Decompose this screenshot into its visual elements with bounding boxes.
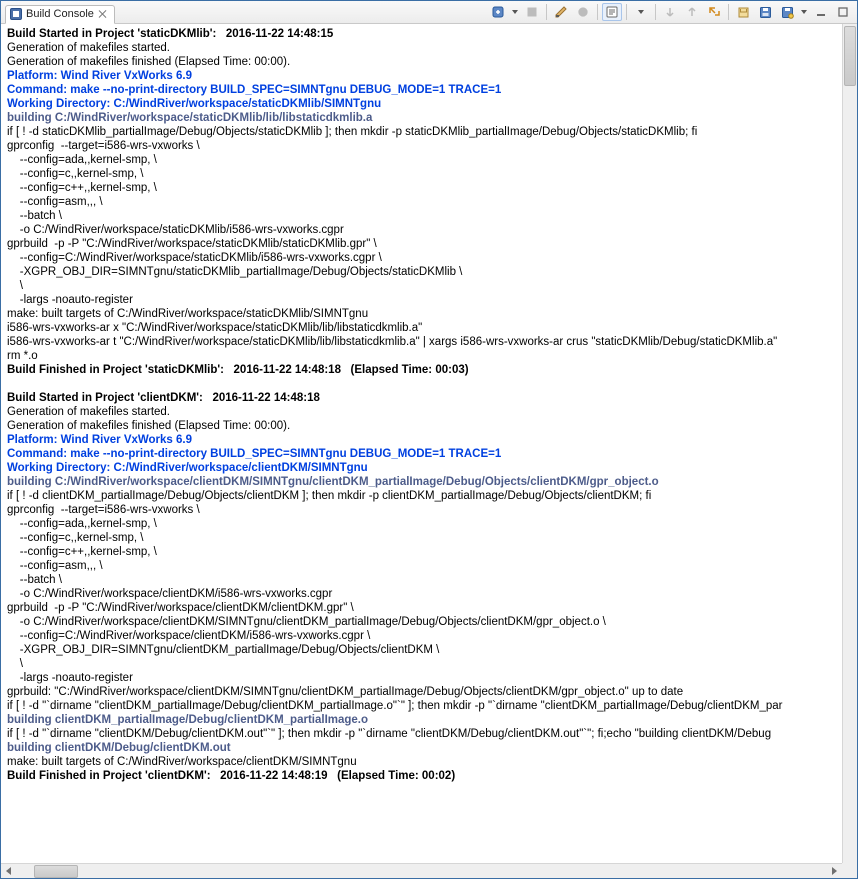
maximize-button[interactable] — [833, 3, 853, 21]
log-line: --config=c,,kernel-smp, \ — [7, 167, 839, 181]
log-line: Platform: Wind River VxWorks 6.9 — [7, 69, 839, 83]
log-line: --batch \ — [7, 573, 839, 587]
view-toolbar: Build Console — [1, 1, 857, 24]
log-line: Build Finished in Project 'clientDKM': 2… — [7, 769, 839, 783]
log-line: Generation of makefiles finished (Elapse… — [7, 55, 839, 69]
log-line: building clientDKM_partialImage/Debug/cl… — [7, 713, 839, 727]
log-line: gprbuild: "C:/WindRiver/workspace/client… — [7, 685, 839, 699]
log-line: gprbuild -p -P "C:/WindRiver/workspace/s… — [7, 237, 839, 251]
log-line: Command: make --no-print-directory BUILD… — [7, 447, 839, 461]
log-line: building C:/WindRiver/workspace/clientDK… — [7, 475, 839, 489]
log-line: --config=c++,,kernel-smp, \ — [7, 181, 839, 195]
log-line: -o C:/WindRiver/workspace/clientDKM/i586… — [7, 587, 839, 601]
log-line: Generation of makefiles finished (Elapse… — [7, 419, 839, 433]
separator-icon — [728, 4, 729, 20]
log-line: gprbuild -p -P "C:/WindRiver/workspace/c… — [7, 601, 839, 615]
remove-all-button[interactable] — [522, 3, 542, 21]
log-line: Working Directory: C:/WindRiver/workspac… — [7, 461, 839, 475]
log-line: Working Directory: C:/WindRiver/workspac… — [7, 97, 839, 111]
tab-build-console[interactable]: Build Console — [5, 5, 115, 24]
close-icon[interactable] — [98, 9, 108, 19]
log-line: -o C:/WindRiver/workspace/staticDKMlib/i… — [7, 223, 839, 237]
log-line: if [ ! -d "`dirname "clientDKM/Debug/cli… — [7, 727, 839, 741]
log-line: Build Finished in Project 'staticDKMlib'… — [7, 363, 839, 377]
log-line: if [ ! -d "`dirname "clientDKM_partialIm… — [7, 699, 839, 713]
log-line: --config=ada,,kernel-smp, \ — [7, 517, 839, 531]
separator-icon — [655, 4, 656, 20]
separator-icon — [597, 4, 598, 20]
console-area: Build Started in Project 'staticDKMlib':… — [1, 24, 857, 878]
log-line: Build Started in Project 'staticDKMlib':… — [7, 27, 839, 41]
scrollbar-corner — [842, 863, 857, 878]
view-menu[interactable] — [799, 3, 809, 21]
log-line — [7, 783, 839, 797]
log-line: Generation of makefiles started. — [7, 405, 839, 419]
log-line: make: built targets of C:/WindRiver/work… — [7, 755, 839, 769]
log-line: -largs -noauto-register — [7, 671, 839, 685]
log-line: if [ ! -d staticDKMlib_partialImage/Debu… — [7, 125, 839, 139]
settings-button[interactable] — [573, 3, 593, 21]
log-line: --config=c++,,kernel-smp, \ — [7, 545, 839, 559]
console-output[interactable]: Build Started in Project 'staticDKMlib':… — [1, 24, 842, 863]
log-line: --config=C:/WindRiver/workspace/staticDK… — [7, 251, 839, 265]
remove-launch-menu[interactable] — [510, 3, 520, 21]
log-line: gprconfig --target=i586-wrs-vxworks \ — [7, 503, 839, 517]
scrollbar-track[interactable] — [16, 865, 827, 878]
log-line: Command: make --no-print-directory BUILD… — [7, 83, 839, 97]
minimize-button[interactable] — [811, 3, 831, 21]
log-line: --batch \ — [7, 209, 839, 223]
log-line: --config=ada,,kernel-smp, \ — [7, 153, 839, 167]
prev-error-button[interactable] — [682, 3, 702, 21]
log-line: --config=asm,,, \ — [7, 559, 839, 573]
log-line: make: built targets of C:/WindRiver/work… — [7, 307, 839, 321]
log-line: -largs -noauto-register — [7, 293, 839, 307]
log-line: --config=C:/WindRiver/workspace/clientDK… — [7, 629, 839, 643]
remove-launch-button[interactable] — [488, 3, 508, 21]
log-line: --config=asm,,, \ — [7, 195, 839, 209]
scroll-right-button[interactable] — [827, 865, 842, 878]
next-error-button[interactable] — [660, 3, 680, 21]
log-line: i586-wrs-vxworks-ar x "C:/WindRiver/work… — [7, 321, 839, 335]
log-line: --config=c,,kernel-smp, \ — [7, 531, 839, 545]
vertical-scrollbar[interactable] — [842, 24, 857, 863]
log-line: Platform: Wind River VxWorks 6.9 — [7, 433, 839, 447]
scrollbar-thumb[interactable] — [34, 865, 78, 878]
log-line: building clientDKM/Debug/clientDKM.out — [7, 741, 839, 755]
log-line: gprconfig --target=i586-wrs-vxworks \ — [7, 139, 839, 153]
pin-console-button[interactable] — [777, 3, 797, 21]
log-line: i586-wrs-vxworks-ar t "C:/WindRiver/work… — [7, 335, 839, 349]
tab-title: Build Console — [26, 8, 94, 20]
log-line — [7, 377, 839, 391]
horizontal-scrollbar[interactable] — [1, 863, 842, 878]
log-line: -XGPR_OBJ_DIR=SIMNTgnu/staticDKMlib_part… — [7, 265, 839, 279]
scrollbar-thumb[interactable] — [844, 26, 856, 86]
console-switcher-menu[interactable] — [631, 3, 651, 21]
log-line: rm *.o — [7, 349, 839, 363]
log-line: \ — [7, 279, 839, 293]
show-on-error-button[interactable] — [704, 3, 724, 21]
log-line: Build Started in Project 'clientDKM': 20… — [7, 391, 839, 405]
save-console-button[interactable] — [733, 3, 753, 21]
log-line: if [ ! -d clientDKM_partialImage/Debug/O… — [7, 489, 839, 503]
console-icon — [10, 8, 22, 20]
save-to-file-button[interactable] — [755, 3, 775, 21]
log-line: -o C:/WindRiver/workspace/clientDKM/SIMN… — [7, 615, 839, 629]
edit-config-button[interactable] — [551, 3, 571, 21]
log-line: building C:/WindRiver/workspace/staticDK… — [7, 111, 839, 125]
separator-icon — [546, 4, 547, 20]
log-line: \ — [7, 657, 839, 671]
separator-icon — [626, 4, 627, 20]
scroll-left-button[interactable] — [1, 865, 16, 878]
scroll-lock-button[interactable] — [602, 3, 622, 21]
log-line: -XGPR_OBJ_DIR=SIMNTgnu/clientDKM_partial… — [7, 643, 839, 657]
log-line: Generation of makefiles started. — [7, 41, 839, 55]
